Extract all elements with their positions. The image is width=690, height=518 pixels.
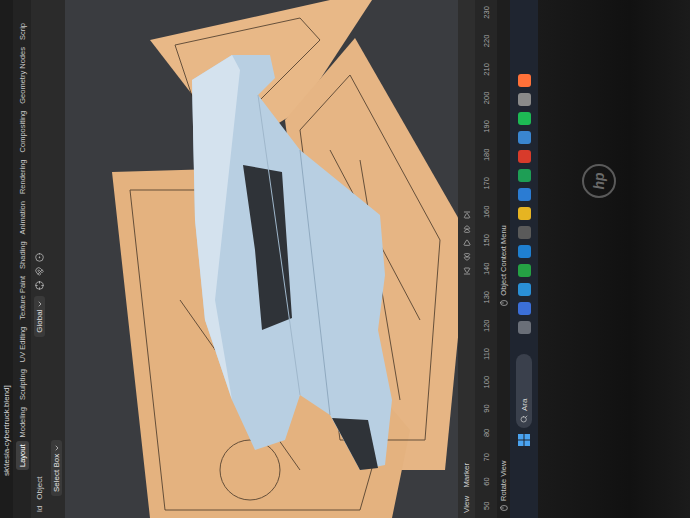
status-hint: Rotate View [499, 461, 508, 512]
title-bar: sk\tesla-cybertruck.blend] [0, 0, 13, 518]
blender-window: sk\tesla-cybertruck.blend]LayoutModeling… [0, 0, 538, 518]
taskbar-app-icon[interactable] [518, 264, 531, 277]
taskbar-app-icon[interactable] [518, 283, 531, 296]
frame-tick: 190 [482, 120, 491, 133]
workspace-tab[interactable]: Geometry Nodes [16, 44, 29, 107]
taskbar-app-icon[interactable] [518, 169, 531, 182]
windows-taskbar: Ara [510, 0, 538, 518]
frame-tick: 110 [482, 348, 491, 360]
frame-tick: 170 [482, 177, 491, 190]
search-icon [520, 415, 528, 423]
taskbar-app-icon[interactable] [518, 226, 531, 239]
viewport-canvas[interactable] [65, 0, 458, 518]
taskbar-search[interactable]: Ara [516, 354, 532, 428]
mouse-icon [500, 504, 508, 512]
frame-tick: 180 [482, 149, 491, 162]
frame-tick: 80 [482, 429, 491, 437]
chevron-down-icon [36, 300, 44, 308]
workspace-tab[interactable]: Rendering [16, 156, 29, 197]
laptop-bezel: hp [538, 0, 690, 518]
3d-viewport[interactable] [65, 0, 458, 518]
frame-tick: 50 [482, 502, 491, 510]
taskbar-app-icon[interactable] [518, 302, 531, 315]
wheel-arch [332, 418, 378, 470]
taskbar-app-icon[interactable] [518, 188, 531, 201]
frame-tick: 60 [482, 477, 491, 485]
mouse-icon [500, 299, 508, 307]
taskbar-app-icon[interactable] [518, 112, 531, 125]
wheel-arch [243, 165, 292, 330]
taskbar-app-icon[interactable] [518, 321, 531, 334]
cybertruck-body[interactable] [192, 55, 392, 470]
photo-frame: sk\tesla-cybertruck.blend]LayoutModeling… [0, 0, 690, 518]
magnet-icon[interactable] [35, 267, 44, 276]
workspace-tab[interactable]: Texture Paint [16, 273, 29, 323]
frame-tick: 230 [482, 6, 491, 19]
tool-settings: Select Box [48, 0, 65, 518]
timeline-menu[interactable]: Marker [462, 463, 471, 488]
frame-tick: 90 [482, 404, 491, 412]
windows-start-icon[interactable] [518, 434, 530, 446]
orientation-dropdown[interactable]: Global [34, 296, 45, 337]
viewport-header: ld Object Global [31, 0, 48, 518]
status-bar: Rotate View Object Context Menu [497, 0, 510, 518]
taskbar-app-icon[interactable] [518, 245, 531, 258]
header-menu[interactable]: Object [35, 477, 44, 500]
workspace-tab[interactable]: UV Editing [16, 324, 29, 365]
workspace-tab[interactable]: Layout [16, 441, 29, 470]
taskbar-app-icon[interactable] [518, 131, 531, 144]
workspace-tab[interactable]: Sculpting [16, 366, 29, 403]
header-menu[interactable]: ld [35, 506, 44, 512]
status-hint: Object Context Menu [499, 225, 508, 306]
taskbar-app-icon[interactable] [518, 150, 531, 163]
frame-tick: 200 [482, 92, 491, 105]
frame-tick: 210 [482, 63, 491, 76]
taskbar-app-icon[interactable] [518, 207, 531, 220]
timeline-ruler[interactable]: 50 60 70 80 90 100 110 120 130 140 150 160 170 180 190… [475, 0, 497, 518]
frame-tick: 150 [482, 234, 491, 247]
playback-controls [463, 211, 471, 275]
snapping-tools [35, 253, 44, 290]
workspace-tab[interactable]: Animation [16, 198, 29, 237]
proportional-edit-icon[interactable] [35, 253, 44, 262]
workspace-tabs: LayoutModelingSculptingUV EditingTexture… [13, 0, 31, 518]
frame-tick: 220 [482, 35, 491, 48]
jump-start-icon[interactable] [463, 267, 471, 275]
frame-tick: 100 [482, 376, 491, 389]
select-mode-dropdown[interactable]: Select Box [51, 440, 62, 496]
frame-tick: 140 [482, 263, 491, 276]
timeline-menu[interactable]: View [462, 496, 471, 513]
fast-forward-icon[interactable] [463, 225, 471, 233]
taskbar-app-icon[interactable] [518, 93, 531, 106]
frame-tick: 120 [482, 320, 491, 333]
hp-logo: hp [582, 164, 616, 198]
frame-tick: 160 [482, 206, 491, 219]
laptop-screen: sk\tesla-cybertruck.blend]LayoutModeling… [0, 0, 538, 518]
workspace-tab[interactable]: Compositing [16, 108, 29, 156]
pivot-icon[interactable] [35, 281, 44, 290]
chevron-down-icon [53, 444, 61, 452]
timeline-header: View Marker [458, 0, 475, 518]
rewind-icon[interactable] [463, 253, 471, 261]
window-title: sk\tesla-cybertruck.blend] [2, 385, 11, 476]
frame-tick: 70 [482, 453, 491, 461]
workspace-tab[interactable]: Modeling [16, 404, 29, 440]
workspace-tab[interactable]: Shading [16, 238, 29, 272]
workspace-tab[interactable]: Scrip [16, 20, 29, 43]
frame-tick: 130 [482, 291, 491, 304]
jump-end-icon[interactable] [463, 211, 471, 219]
taskbar-app-icon[interactable] [518, 74, 531, 87]
play-icon[interactable] [463, 239, 471, 247]
